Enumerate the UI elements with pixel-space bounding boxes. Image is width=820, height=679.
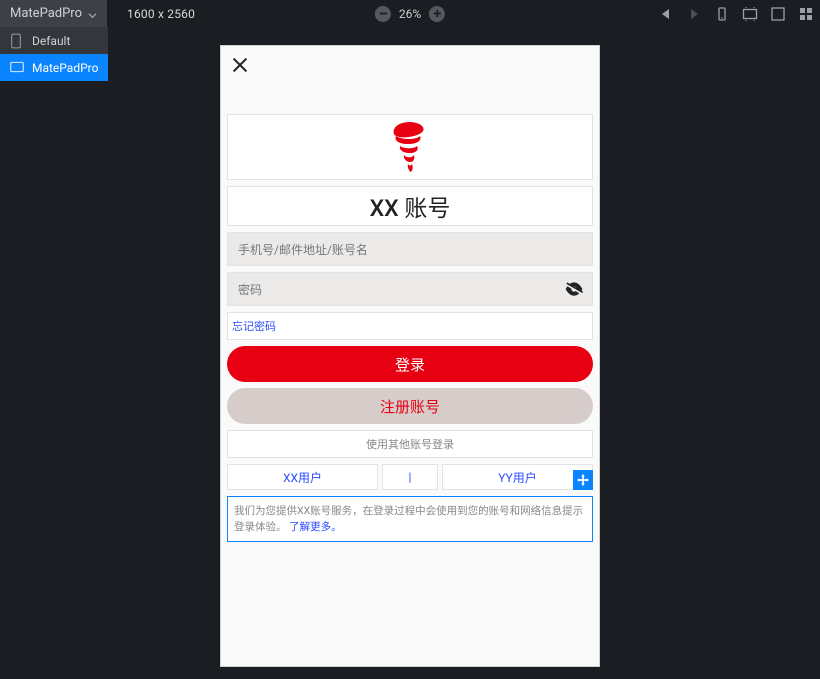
username-input[interactable]: 手机号/邮件地址/账号名: [227, 232, 593, 266]
footer-notice: 我们为您提供XX账号服务，在登录过程中会使用到您的账号和网络信息提示登录体验。 …: [227, 496, 593, 542]
device-selector[interactable]: MatePadPro: [0, 0, 107, 27]
alt-login-xx[interactable]: XX用户: [227, 464, 378, 490]
login-form-column: XX 账号 手机号/邮件地址/账号名 密码 忘记密码: [227, 114, 593, 542]
toolbar-right-actions: [658, 6, 814, 22]
device-item-matepadpro[interactable]: MatePadPro: [0, 54, 108, 81]
device-preview-frame: XX 账号 手机号/邮件地址/账号名 密码 忘记密码: [220, 45, 600, 667]
eye-off-icon[interactable]: [564, 279, 584, 299]
alt-login-row: XX用户 | YY用户: [227, 464, 593, 490]
top-toolbar: MatePadPro 1600 x 2560 26%: [0, 0, 820, 27]
zoom-percent-label: 26%: [399, 7, 421, 21]
zoom-out-button[interactable]: [375, 6, 391, 22]
password-input[interactable]: 密码: [227, 272, 593, 306]
password-placeholder: 密码: [238, 281, 262, 298]
swirl-logo-icon: [388, 120, 432, 174]
register-button[interactable]: 注册账号: [227, 388, 593, 424]
login-button[interactable]: 登录: [227, 346, 593, 382]
tablet-icon: [10, 60, 24, 76]
device-item-default[interactable]: Default: [0, 27, 108, 54]
login-title: XX 账号: [227, 186, 593, 226]
preview-canvas: XX 账号 手机号/邮件地址/账号名 密码 忘记密码: [0, 27, 820, 679]
close-button[interactable]: [229, 54, 253, 78]
move-icon[interactable]: [573, 470, 593, 490]
forgot-password-link[interactable]: 忘记密码: [227, 312, 593, 340]
alt-login-divider: |: [382, 464, 438, 490]
device-selector-label: MatePadPro: [10, 6, 82, 21]
app-logo: [227, 114, 593, 180]
device-item-label: Default: [32, 34, 70, 48]
layout-icon[interactable]: [798, 6, 814, 22]
footer-text: 我们为您提供XX账号服务，在登录过程中会使用到您的账号和网络信息提示登录体验。: [234, 504, 583, 533]
undo-icon[interactable]: [658, 6, 674, 22]
screenshot-icon[interactable]: [742, 6, 758, 22]
alt-login-label: 使用其他账号登录: [227, 430, 593, 458]
zoom-controls: 26%: [375, 6, 445, 22]
redo-icon[interactable]: [686, 6, 702, 22]
footer-learn-more-link[interactable]: 了解更多。: [289, 520, 342, 533]
username-placeholder: 手机号/邮件地址/账号名: [238, 241, 368, 258]
phone-icon: [10, 33, 24, 49]
dimensions-label: 1600 x 2560: [127, 7, 195, 21]
device-item-label: MatePadPro: [32, 61, 98, 75]
phone-rotate-icon[interactable]: [714, 6, 730, 22]
chevron-down-icon: [88, 9, 97, 18]
window-icon[interactable]: [770, 6, 786, 22]
alt-login-yy[interactable]: YY用户: [442, 464, 593, 490]
device-list-dropdown: Default MatePadPro: [0, 27, 108, 81]
zoom-in-button[interactable]: [429, 6, 445, 22]
